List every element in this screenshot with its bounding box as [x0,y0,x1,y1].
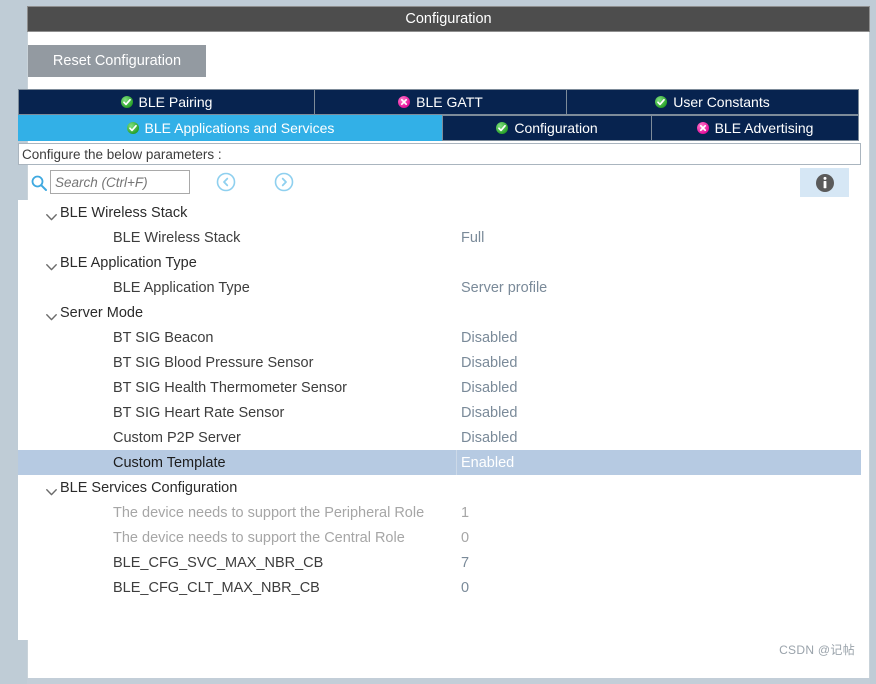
tree-group-label: BLE Services Configuration [60,480,237,496]
tree-item-label: BT SIG Blood Pressure Sensor [113,355,313,371]
search-icon [30,174,48,192]
watermark: CSDN @记帖 [779,641,855,658]
tree-item-value[interactable]: Disabled [461,355,517,371]
tree-item-row[interactable]: The device needs to support the Central … [18,525,861,550]
tree-item-row[interactable]: The device needs to support the Peripher… [18,500,861,525]
chevron-down-icon[interactable] [46,309,57,316]
tree-item-label: Custom P2P Server [113,430,241,446]
tab-configuration[interactable]: Configuration [442,115,652,141]
tree-item-value[interactable]: 0 [461,580,469,596]
chevron-left-circle-icon[interactable] [215,171,237,193]
configure-parameters-label: Configure the below parameters : [18,143,861,165]
tree-item-value[interactable]: Full [461,230,484,246]
chevron-down-icon[interactable] [46,484,57,491]
configuration-window: Configuration Reset Configuration BLE Pa… [0,0,876,684]
tree-group-row[interactable]: BLE Wireless Stack [18,200,861,225]
tab-ble-advertising[interactable]: BLE Advertising [651,115,859,141]
parameter-tree: BLE Wireless Stack BLE Wireless Stack Full… [18,200,861,640]
tab-ble-gatt[interactable]: BLE GATT [314,89,567,115]
tab-label: User Constants [673,94,769,110]
tree-item-label: The device needs to support the Central … [113,530,405,546]
tab-ble-applications-and-services[interactable]: BLE Applications and Services [18,115,443,141]
tree-item-row[interactable]: BLE_CFG_CLT_MAX_NBR_CB 0 [18,575,861,600]
info-circle-icon[interactable] [800,168,849,197]
tree-item-value[interactable]: Disabled [461,405,517,421]
window-titlebar: Configuration [27,6,870,32]
tree-item-row[interactable]: BLE Application Type Server profile [18,275,861,300]
tab-row-secondary: BLE Applications and Services Configurati… [18,115,861,141]
tree-item-value[interactable]: Disabled [461,380,517,396]
tab-user-constants[interactable]: User Constants [566,89,859,115]
check-circle-icon [655,96,667,108]
tree-item-label: The device needs to support the Peripher… [113,505,424,521]
tree-item-value[interactable]: Disabled [461,330,517,346]
search-input[interactable] [50,170,190,194]
tree-item-row[interactable]: Custom P2P Server Disabled [18,425,861,450]
tree-item-row[interactable]: BLE Wireless Stack Full [18,225,861,250]
check-circle-icon [127,122,139,134]
tree-item-label: BLE_CFG_CLT_MAX_NBR_CB [113,580,320,596]
tree-item-row[interactable]: BT SIG Health Thermometer Sensor Disabled [18,375,861,400]
chevron-down-icon[interactable] [46,209,57,216]
tree-group-row[interactable]: BLE Application Type [18,250,861,275]
tab-label: BLE Pairing [139,94,213,110]
tree-group-row[interactable]: BLE Services Configuration [18,475,861,500]
search-toolbar [18,168,861,198]
column-separator [456,450,457,475]
tree-group-label: Server Mode [60,305,143,321]
tab-label: BLE Advertising [715,120,814,136]
tree-item-label: BLE Application Type [113,280,250,296]
tab-label: BLE Applications and Services [145,120,335,136]
tree-item-label: BLE Wireless Stack [113,230,240,246]
chevron-right-circle-icon[interactable] [273,171,295,193]
tree-item-row-selected[interactable]: Custom Template Enabled [18,450,861,475]
tree-item-value[interactable]: Enabled [461,455,514,471]
tree-item-label: BT SIG Beacon [113,330,213,346]
error-circle-icon [398,96,410,108]
tab-row-primary: BLE Pairing BLE GATT User Constants [18,89,861,115]
page-title: Configuration [405,11,491,27]
tree-item-value[interactable]: 7 [461,555,469,571]
tree-item-label: BT SIG Heart Rate Sensor [113,405,284,421]
tree-group-label: BLE Wireless Stack [60,205,187,221]
tree-item-value[interactable]: Disabled [461,430,517,446]
tab-ble-pairing[interactable]: BLE Pairing [18,89,315,115]
tree-item-value[interactable]: 1 [461,505,469,521]
tree-item-value[interactable]: 0 [461,530,469,546]
tree-group-row[interactable]: Server Mode [18,300,861,325]
tree-item-value[interactable]: Server profile [461,280,547,296]
check-circle-icon [121,96,133,108]
window-bottom-edge [27,678,870,684]
check-circle-icon [496,122,508,134]
tab-label: Configuration [514,120,597,136]
tree-item-row[interactable]: BT SIG Blood Pressure Sensor Disabled [18,350,861,375]
error-circle-icon [697,122,709,134]
tree-item-row[interactable]: BT SIG Heart Rate Sensor Disabled [18,400,861,425]
panel-body: Reset Configuration BLE Pairing BLE GATT U… [27,32,870,678]
chevron-down-icon[interactable] [46,259,57,266]
tree-item-label: BLE_CFG_SVC_MAX_NBR_CB [113,555,323,571]
tab-label: BLE GATT [416,94,483,110]
tree-item-row[interactable]: BT SIG Beacon Disabled [18,325,861,350]
reset-configuration-button[interactable]: Reset Configuration [28,45,206,77]
configure-parameters-text: Configure the below parameters : [22,147,222,162]
tree-group-label: BLE Application Type [60,255,197,271]
tree-item-label: BT SIG Health Thermometer Sensor [113,380,347,396]
tree-item-label: Custom Template [113,455,226,471]
tree-item-row[interactable]: BLE_CFG_SVC_MAX_NBR_CB 7 [18,550,861,575]
